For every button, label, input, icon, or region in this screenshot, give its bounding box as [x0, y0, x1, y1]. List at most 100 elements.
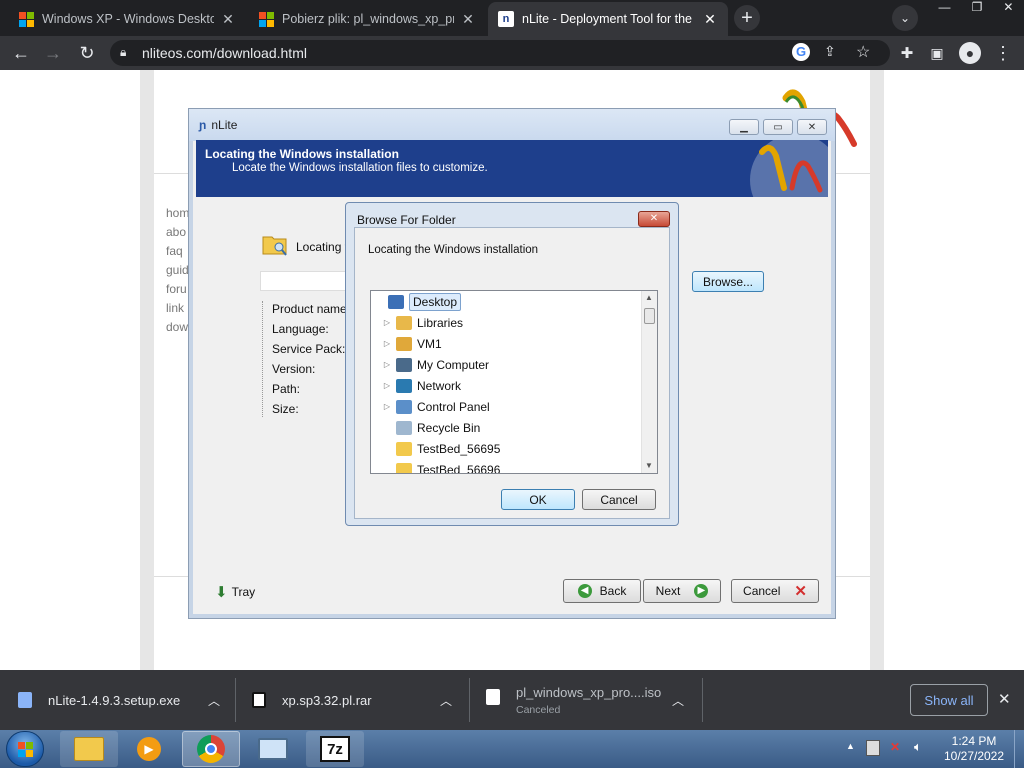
minimize-button[interactable]: ▁	[729, 119, 759, 135]
new-tab-button[interactable]: +	[734, 5, 760, 31]
download-item[interactable]: pl_windows_xp_pro....iso Canceled ︿	[486, 670, 696, 730]
next-circle-icon: ▶	[694, 584, 709, 598]
show-all-label: Show all	[924, 692, 974, 708]
tree-node[interactable]: ▷ Network	[371, 375, 643, 396]
system-clock[interactable]: 1:24 PM 10/27/2022	[938, 734, 1010, 764]
path-label: Path:	[272, 382, 301, 396]
product-name-label: Product name:	[272, 302, 351, 316]
tree-node[interactable]: Desktop	[379, 291, 651, 312]
close-window-icon[interactable]: ✕	[1003, 0, 1013, 20]
divider	[469, 678, 470, 722]
expand-arrow-icon[interactable]: ▷	[381, 402, 393, 411]
tree-node-label: TestBed_56696	[417, 462, 501, 474]
site-nav-link[interactable]: abo	[166, 223, 189, 242]
tray-button[interactable]: ⬇ Tray	[215, 583, 255, 601]
extensions-puzzle-icon[interactable]: ✚	[892, 36, 922, 70]
site-nav-link[interactable]: dow	[166, 318, 189, 337]
lock-icon: 🔒︎	[120, 45, 127, 59]
taskbar-chrome[interactable]	[182, 731, 240, 767]
expand-arrow-icon[interactable]: ▷	[381, 360, 393, 369]
action-center-icon[interactable]	[866, 740, 880, 756]
chevron-up-icon[interactable]: ︿	[672, 692, 684, 709]
ok-button[interactable]: OK	[501, 489, 575, 510]
tree-node[interactable]: TestBed_56696	[371, 459, 643, 474]
site-nav-link[interactable]: faq	[166, 242, 189, 261]
chrome-icon	[197, 735, 225, 763]
minimize-window-icon[interactable]: —	[939, 0, 951, 20]
tree-node[interactable]: ▷ Control Panel	[371, 396, 643, 417]
site-nav-link[interactable]: foru	[166, 280, 189, 299]
taskbar-remote-desktop[interactable]	[244, 731, 302, 767]
side-panel-icon[interactable]: ▣	[922, 36, 952, 70]
show-desktop-button[interactable]	[1014, 730, 1024, 768]
windows-logo-icon	[258, 11, 274, 27]
close-tab-icon[interactable]: ✕	[220, 11, 236, 28]
download-item[interactable]: xp.sp3.32.pl.rar ︿	[252, 670, 462, 730]
tree-node[interactable]: ▷ VM1	[371, 333, 643, 354]
volume-icon[interactable]: 🔈︎	[914, 739, 922, 755]
cancel-button[interactable]: Cancel ✕	[731, 579, 819, 603]
expand-arrow-icon[interactable]: ▷	[381, 339, 393, 348]
address-bar[interactable]: 🔒︎ nliteos.com/download.html G ⇪ ☆	[110, 40, 890, 66]
taskbar-explorer[interactable]	[60, 731, 118, 767]
show-all-button[interactable]: Show all	[910, 684, 988, 716]
tab-title: nLite - Deployment Tool for the u	[522, 12, 696, 26]
site-nav-link[interactable]: link	[166, 299, 189, 318]
close-tab-icon[interactable]: ✕	[702, 11, 718, 28]
tree-node[interactable]: TestBed_56695	[371, 438, 643, 459]
show-hidden-icons-icon[interactable]: ▲	[846, 741, 855, 751]
restore-window-icon[interactable]: ❐	[972, 0, 983, 20]
back-arrow-icon[interactable]: ←	[6, 36, 36, 70]
close-tab-icon[interactable]: ✕	[460, 11, 476, 28]
bookmark-star-icon[interactable]: ☆	[856, 42, 870, 62]
scroll-thumb[interactable]	[644, 308, 655, 324]
dialog-close-button[interactable]: ✕	[638, 211, 670, 227]
reload-icon[interactable]: ↻	[72, 36, 102, 70]
tree-node[interactable]: ▷ My Computer	[371, 354, 643, 375]
tree-node[interactable]: Recycle Bin	[371, 417, 643, 438]
maximize-button[interactable]: ▭	[763, 119, 793, 135]
network-icon	[396, 378, 412, 393]
folder-tree[interactable]: Desktop ▷ Libraries ▷ VM1 ▷ My Computer ▷ Networ…	[370, 290, 658, 474]
start-button[interactable]	[6, 731, 44, 767]
installer-file-icon	[18, 692, 32, 708]
dialog-cancel-button[interactable]: Cancel	[582, 489, 656, 510]
download-item[interactable]: nLite-1.4.9.3.setup.exe ︿	[18, 670, 228, 730]
site-nav-link[interactable]: guid	[166, 261, 189, 280]
network-error-icon[interactable]: ✕	[890, 740, 906, 756]
close-downloads-icon[interactable]: ✕	[998, 690, 1011, 708]
header-title: Locating the Windows installation	[205, 147, 399, 161]
next-button[interactable]: Next ▶	[643, 579, 721, 603]
user-folder-icon	[396, 336, 412, 351]
back-button[interactable]: ◀ Back	[563, 579, 641, 603]
tree-node[interactable]: ▷ Libraries	[371, 312, 643, 333]
google-lens-icon[interactable]: G	[792, 43, 810, 61]
path-field[interactable]	[260, 271, 350, 291]
site-nav-link[interactable]: hom	[166, 204, 189, 223]
back-circle-icon: ◀	[577, 584, 592, 598]
taskbar-7zip[interactable]: 7z	[306, 731, 364, 767]
close-button[interactable]: ✕	[797, 119, 827, 135]
tree-node-label: Recycle Bin	[417, 420, 481, 435]
tab-pobierz-plik[interactable]: Pobierz plik: pl_windows_xp_prof ✕	[248, 2, 486, 36]
browse-button[interactable]: Browse...	[692, 271, 764, 292]
scroll-up-icon[interactable]: ▲	[645, 293, 653, 302]
tab-nlite-deployment-tool[interactable]: n nLite - Deployment Tool for the u ✕	[488, 2, 728, 36]
expand-arrow-icon[interactable]: ▷	[381, 318, 393, 327]
kebab-menu-icon[interactable]: ⋮	[988, 36, 1018, 70]
browse-button-label: Browse...	[702, 274, 753, 289]
scroll-down-icon[interactable]: ▼	[645, 461, 653, 470]
tree-scrollbar[interactable]: ▲ ▼	[641, 291, 657, 473]
share-icon[interactable]: ⇪	[824, 43, 836, 60]
downloads-bar: nLite-1.4.9.3.setup.exe ︿ xp.sp3.32.pl.r…	[0, 670, 1024, 730]
chevron-up-icon[interactable]: ︿	[208, 692, 220, 709]
chevron-up-icon[interactable]: ︿	[440, 692, 452, 709]
expand-arrow-icon[interactable]: ▷	[381, 381, 393, 390]
tree-node-label: Desktop	[409, 292, 462, 311]
taskbar-media-player[interactable]: ▶	[120, 731, 178, 767]
tab-search-button[interactable]: ⌄	[892, 5, 918, 31]
version-label: Version:	[272, 362, 316, 376]
profile-avatar-icon[interactable]: ●	[959, 42, 981, 64]
tab-windows-xp-desktop[interactable]: Windows XP - Windows Desktop ✕	[8, 2, 246, 36]
forward-arrow-icon[interactable]: →	[38, 36, 68, 70]
